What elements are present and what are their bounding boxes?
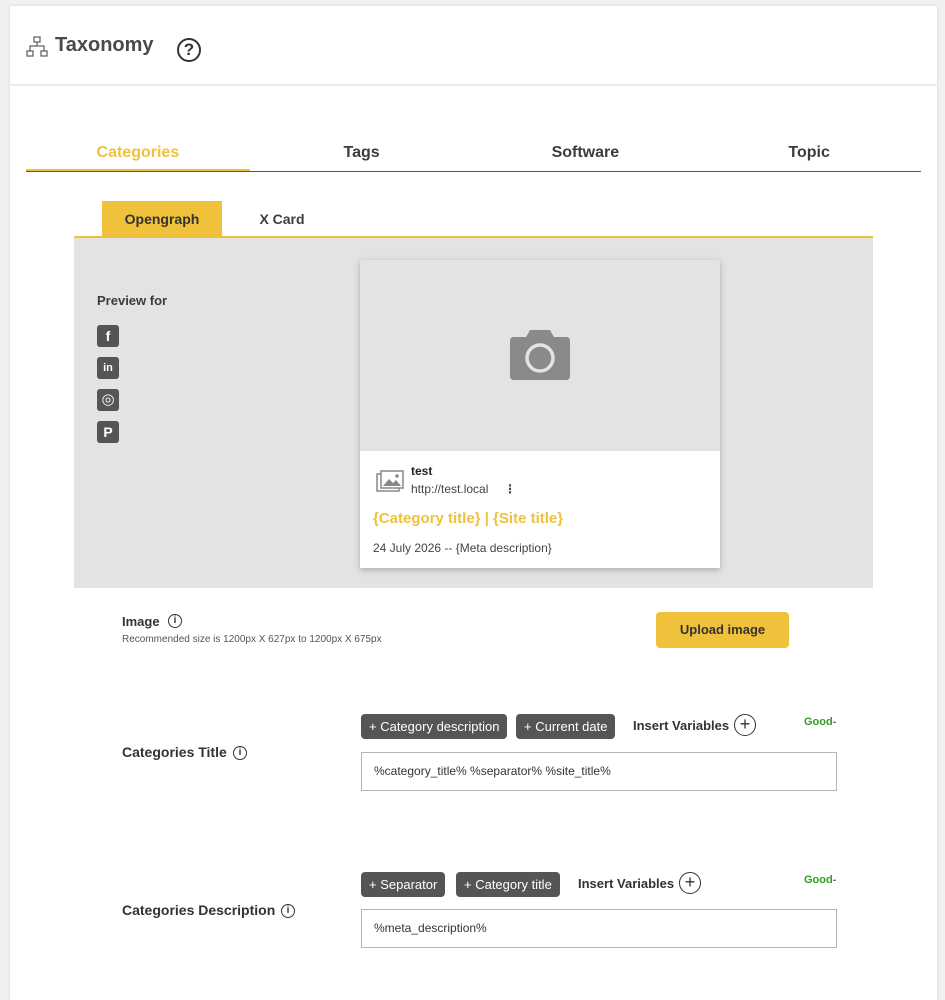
- card-title: {Category title} | {Site title}: [373, 510, 564, 527]
- categories-description-label: Categories Description: [122, 902, 276, 918]
- description-status-badge: Good-: [804, 874, 837, 886]
- insert-variables-plus-icon[interactable]: +: [679, 872, 701, 894]
- upload-image-button[interactable]: Upload image: [656, 612, 789, 648]
- insert-variables-label: Insert Variables: [578, 876, 675, 891]
- subtab-opengraph[interactable]: Opengraph: [102, 201, 222, 237]
- preview-for-label: Preview for: [97, 293, 168, 308]
- camera-icon: [510, 330, 570, 380]
- tab-software[interactable]: Software: [474, 134, 698, 171]
- facebook-icon[interactable]: f: [97, 325, 119, 347]
- social-subtabs: Opengraph X Card: [74, 201, 873, 238]
- taxonomy-icon: [26, 36, 48, 57]
- tab-categories[interactable]: Categories: [26, 134, 250, 171]
- categories-title-input[interactable]: %category_title% %separator% %site_title…: [361, 752, 837, 791]
- help-icon[interactable]: ?: [177, 38, 201, 62]
- add-separator-button[interactable]: + Separator: [361, 872, 446, 897]
- add-category-title-button[interactable]: + Category title: [456, 872, 560, 897]
- pinterest-icon[interactable]: P: [97, 421, 119, 443]
- settings-panel: Taxonomy ? Categories Tags Software Topi…: [10, 6, 937, 1000]
- categories-description-input[interactable]: %meta_description%: [361, 909, 837, 948]
- tab-tags[interactable]: Tags: [250, 134, 474, 171]
- insert-variables-label: Insert Variables: [633, 718, 730, 733]
- site-image-icon: [376, 470, 404, 492]
- title-status-badge: Good-: [804, 716, 837, 728]
- description-info-icon[interactable]: i: [281, 904, 295, 918]
- image-label: Image: [122, 614, 160, 629]
- social-preview-area: Preview for f in ◎ P test http://test.lo…: [74, 238, 873, 588]
- card-image-placeholder: [360, 260, 720, 451]
- categories-title-label: Categories Title: [122, 744, 227, 760]
- more-options-icon[interactable]: ⋮: [504, 482, 516, 496]
- opengraph-preview-card: test http://test.local ⋮ {Category title…: [360, 260, 720, 568]
- instagram-icon[interactable]: ◎: [97, 389, 119, 411]
- card-description: 24 July 2026 -- {Meta description}: [373, 541, 552, 555]
- insert-variables-plus-icon[interactable]: +: [734, 714, 756, 736]
- site-name: test: [411, 464, 433, 478]
- page-title: Taxonomy: [55, 34, 154, 56]
- panel-header: Taxonomy ?: [10, 6, 937, 86]
- subtab-x-card[interactable]: X Card: [232, 201, 332, 237]
- title-info-icon[interactable]: i: [233, 746, 247, 760]
- site-url: http://test.local: [411, 482, 489, 496]
- taxonomy-tabs: Categories Tags Software Topic: [26, 134, 921, 172]
- add-category-description-button[interactable]: + Category description: [361, 714, 508, 739]
- tab-topic[interactable]: Topic: [697, 134, 921, 171]
- image-size-hint: Recommended size is 1200px X 627px to 12…: [122, 634, 382, 645]
- image-info-icon[interactable]: i: [168, 614, 182, 628]
- linkedin-icon[interactable]: in: [97, 357, 119, 379]
- add-current-date-button[interactable]: + Current date: [516, 714, 616, 739]
